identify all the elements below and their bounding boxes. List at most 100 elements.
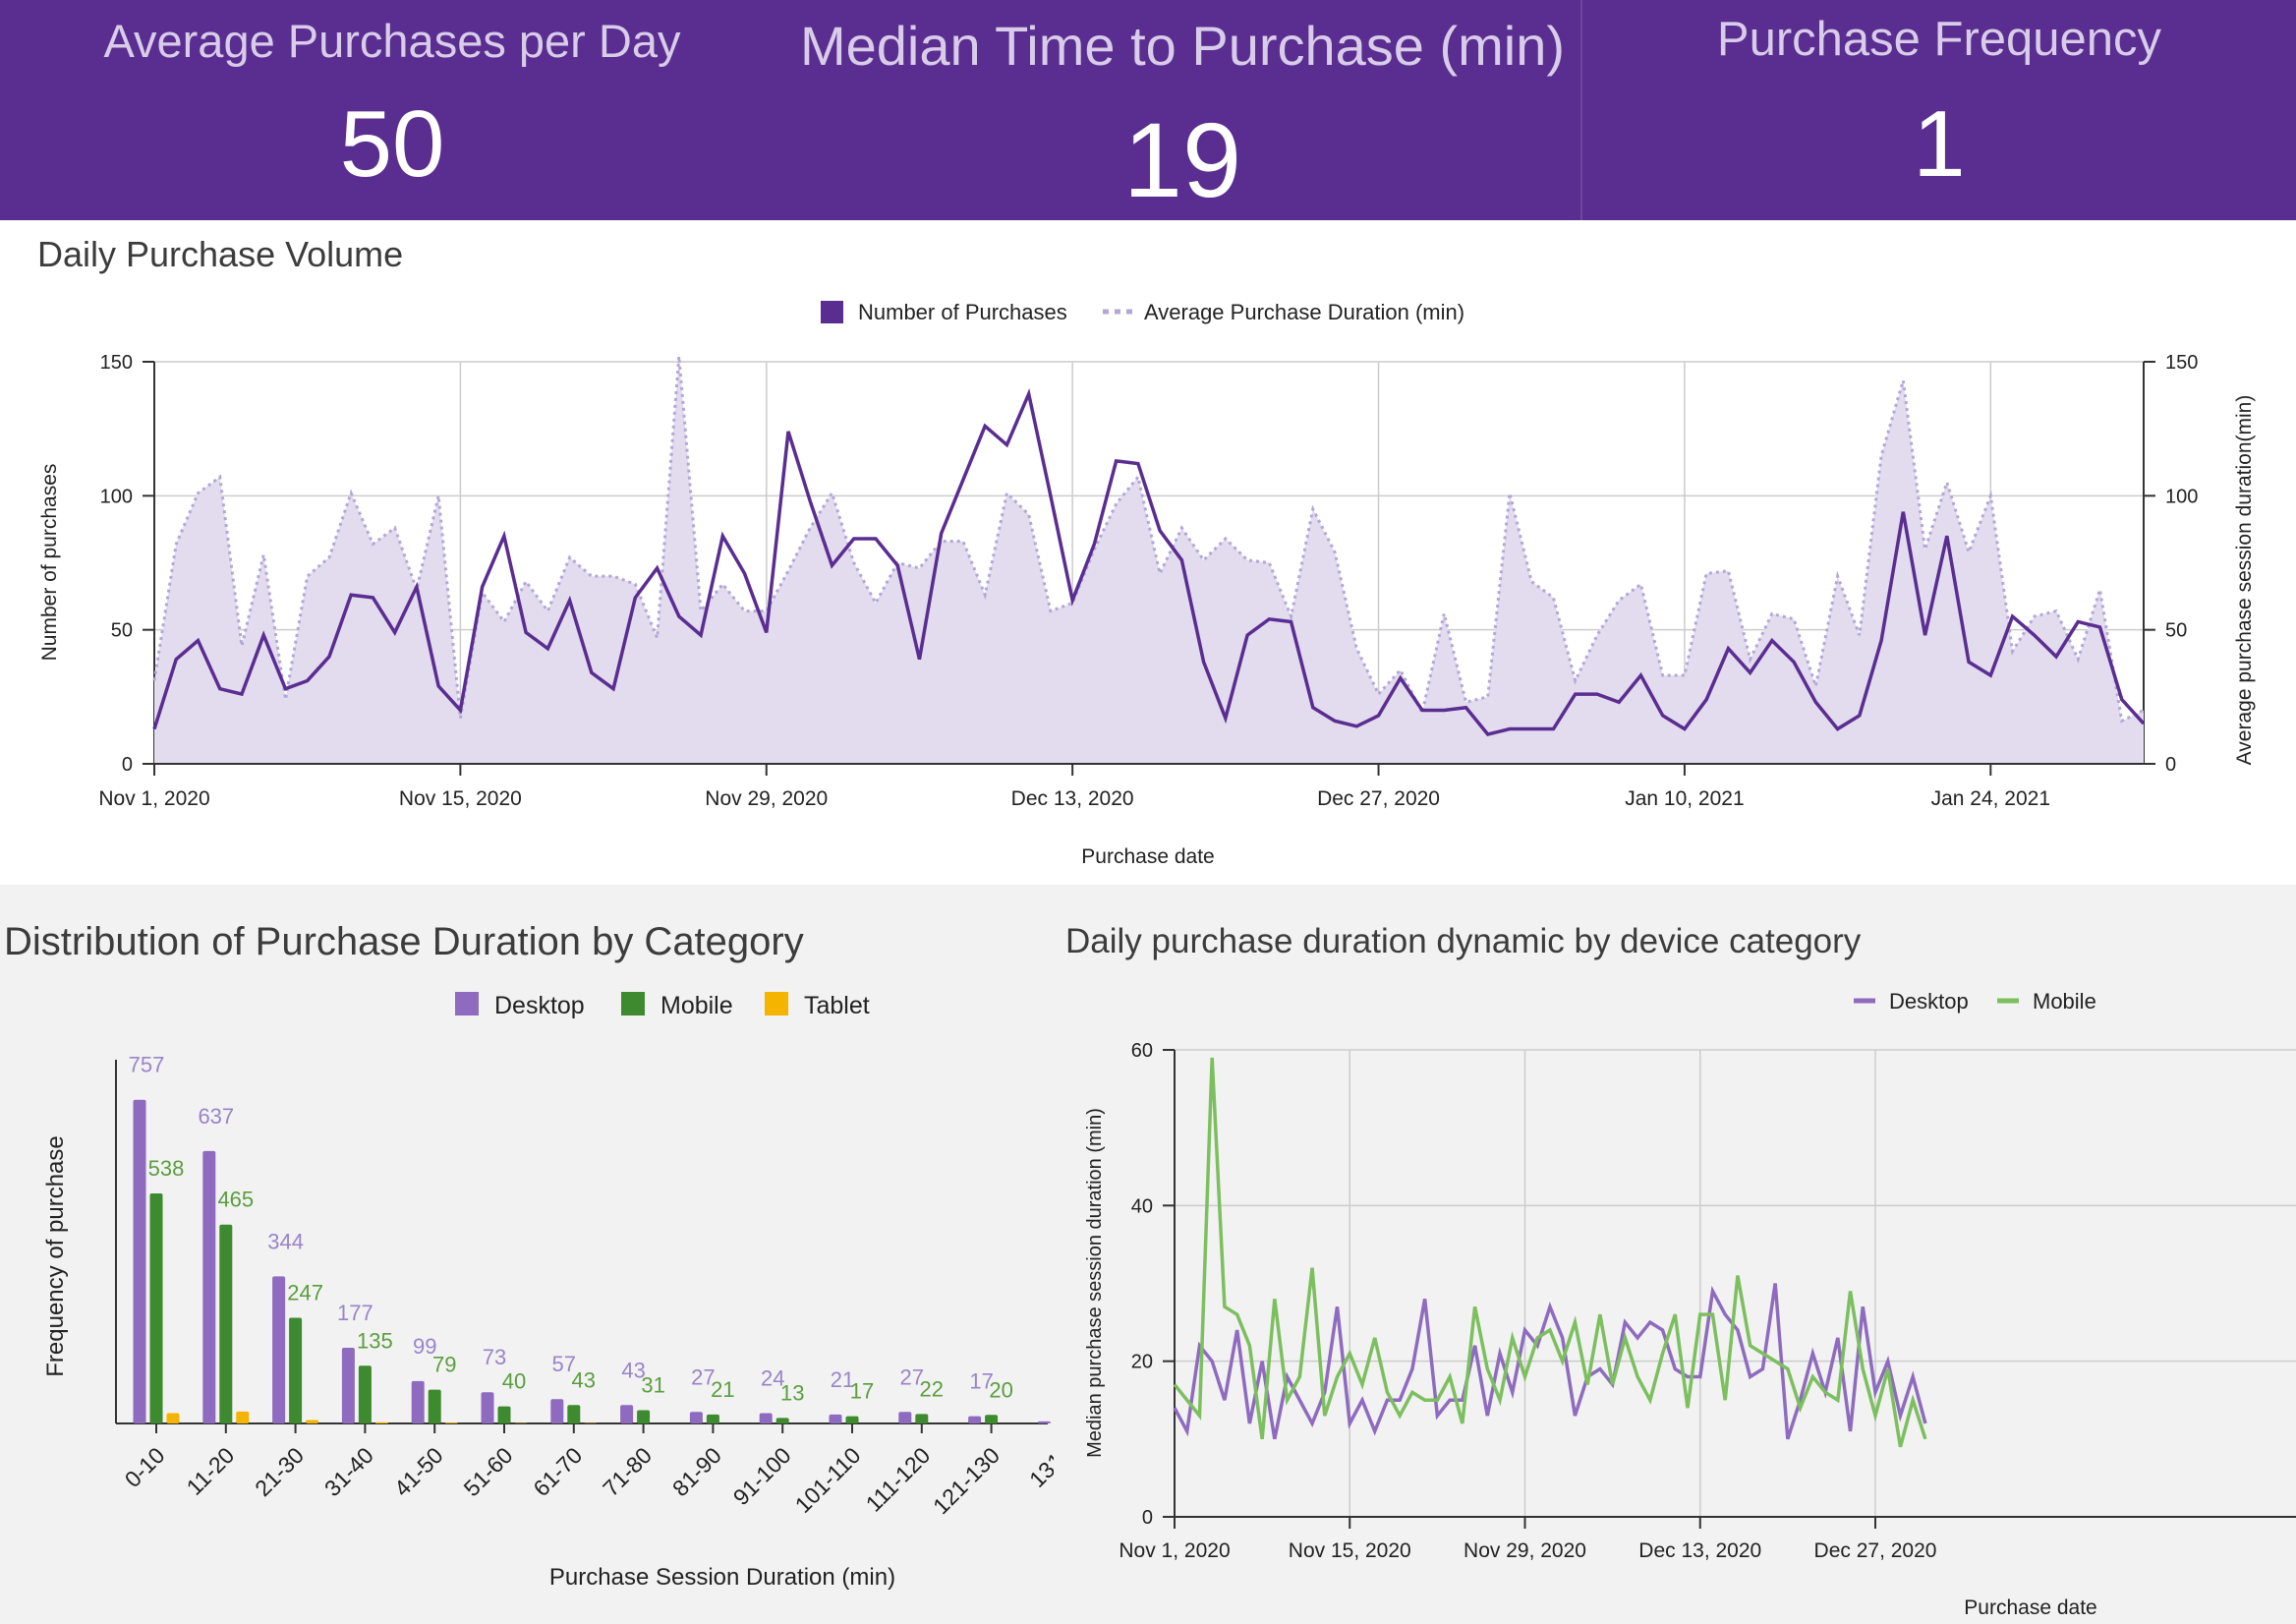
bar-desktop — [272, 1276, 286, 1423]
bar-mobile — [289, 1317, 303, 1423]
bar-desktop — [550, 1399, 564, 1423]
y-tick-label: 20 — [1131, 1352, 1153, 1373]
x-tick-label: 121-130 — [928, 1442, 1004, 1519]
bar-mobile — [149, 1192, 163, 1423]
bar-mobile — [358, 1365, 372, 1423]
y-tick-label: 50 — [111, 620, 133, 642]
bar-mobile — [775, 1418, 789, 1423]
kpi-card-median-time: Median Time to Purchase (min) 19 — [784, 0, 1580, 220]
bar-desktop — [898, 1412, 912, 1423]
x-tick-label: Nov 15, 2020 — [1289, 1539, 1411, 1562]
data-label-mobile: 135 — [357, 1328, 393, 1353]
legend-swatch-number-of-purchases — [821, 301, 843, 323]
x-tick-label: Nov 29, 2020 — [1464, 1539, 1586, 1562]
data-label-mobile: 538 — [148, 1156, 185, 1181]
series-line-mobile — [1173, 1057, 1927, 1448]
data-label-desktop: 637 — [198, 1104, 234, 1129]
x-tick-label: 111-120 — [861, 1442, 936, 1517]
x-tick-label: Nov 1, 2020 — [98, 787, 209, 810]
bar-desktop — [689, 1412, 703, 1423]
bar-desktop — [341, 1348, 355, 1423]
x-tick-label: Nov 15, 2020 — [399, 787, 522, 810]
bar-tablet — [166, 1413, 180, 1423]
data-label-desktop: 757 — [129, 1053, 165, 1077]
legend-swatch-tablet — [765, 992, 788, 1015]
bar-desktop — [1037, 1421, 1051, 1423]
bar-desktop — [968, 1416, 982, 1423]
y-axis-label: Frequency of purchase — [42, 1135, 69, 1376]
legend-label-number-of-purchases: Number of Purchases — [858, 300, 1067, 324]
data-label-mobile: 31 — [641, 1373, 664, 1398]
daily-purchase-volume-chart: 0 0 50 50 100 100 150 150 Nov 1, 2020 Nov 15, 202… — [38, 300, 2256, 868]
device-duration-panel: Daily purchase duration dynamic by devic… — [1054, 885, 2296, 1624]
x-tick-label: Nov 29, 2020 — [705, 787, 828, 810]
data-label-mobile: 247 — [287, 1281, 323, 1305]
data-label-mobile: 40 — [502, 1369, 526, 1394]
kpi-label: Median Time to Purchase (min) — [799, 15, 1566, 77]
x-tick-label: Dec 13, 2020 — [1011, 787, 1134, 810]
bar-mobile — [845, 1416, 859, 1423]
bar-mobile — [915, 1414, 929, 1423]
bar-desktop — [829, 1414, 842, 1423]
legend-swatch-mobile — [621, 992, 645, 1015]
daily-purchase-volume-panel: Daily Purchase Volume 0 0 50 50 100 100 150 150… — [0, 220, 2296, 885]
duration-distribution-panel: Distribution of Purchase Duration by Cat… — [0, 885, 1074, 1624]
y2-axis-label: Average purchase session duration(min) — [2233, 395, 2256, 766]
y-tick-label: 150 — [100, 352, 133, 374]
bar-tablet — [236, 1411, 250, 1423]
bar-mobile — [428, 1389, 441, 1423]
legend-label-desktop: Desktop — [1889, 989, 1969, 1014]
x-tick-label: 71-80 — [598, 1442, 657, 1501]
device-duration-chart: 0 20 40 60 Nov 1, 2020 Nov 15, 2020 Nov 29, 20… — [1084, 989, 2296, 1619]
bar-mobile — [219, 1224, 233, 1423]
x-tick-label: 11-20 — [182, 1442, 240, 1500]
bar-desktop — [481, 1392, 494, 1423]
x-axis-label: Purchase date — [1081, 845, 1214, 868]
data-label-desktop: 177 — [337, 1301, 373, 1325]
kpi-label: Average Purchases per Day — [103, 15, 681, 67]
bar-mobile — [497, 1406, 511, 1423]
kpi-card-purchase-frequency: Purchase Frequency 1 — [1582, 0, 2296, 220]
y-axis-label: Median purchase session duration (min) — [1084, 1108, 1106, 1458]
x-tick-label: Dec 27, 2020 — [1317, 787, 1440, 810]
bar-tablet — [374, 1421, 388, 1423]
x-tick-label: 31-40 — [319, 1442, 378, 1501]
data-label-desktop: 73 — [483, 1345, 506, 1369]
x-tick-label: Jan 24, 2021 — [1931, 787, 2050, 810]
data-label-mobile: 20 — [989, 1377, 1012, 1402]
x-tick-label: Dec 27, 2020 — [1814, 1539, 1937, 1562]
kpi-value: 19 — [1122, 100, 1242, 219]
legend-label-desktop: Desktop — [494, 992, 585, 1019]
bar-desktop — [133, 1099, 146, 1423]
bar-mobile — [567, 1405, 581, 1423]
data-label-desktop: 344 — [267, 1229, 304, 1253]
kpi-value: 1 — [1913, 91, 1966, 197]
bar-desktop — [202, 1150, 216, 1423]
y-tick-label: 0 — [1142, 1507, 1153, 1529]
data-label-mobile: 17 — [850, 1379, 874, 1404]
bar-desktop — [620, 1405, 634, 1423]
bar-mobile — [706, 1414, 719, 1423]
x-tick-label: 81-90 — [667, 1442, 726, 1501]
x-tick-label: Jan 10, 2021 — [1625, 787, 1744, 810]
legend-label-mobile: Mobile — [660, 992, 733, 1019]
y-tick-label: 40 — [1131, 1195, 1153, 1217]
legend-label-tablet: Tablet — [804, 992, 870, 1019]
data-label-mobile: 13 — [780, 1380, 804, 1405]
bar-desktop — [759, 1413, 773, 1423]
y-tick-label: 60 — [1131, 1040, 1153, 1062]
data-label-mobile: 21 — [711, 1377, 734, 1402]
y-tick-label: 0 — [122, 754, 133, 776]
legend-label-average-duration: Average Purchase Duration (min) — [1144, 300, 1464, 324]
data-label-mobile: 465 — [217, 1188, 254, 1212]
data-label-mobile: 22 — [920, 1376, 944, 1401]
x-tick-label: 101-110 — [790, 1442, 866, 1518]
kpi-value: 50 — [339, 91, 445, 197]
y2-tick-label: 0 — [2165, 754, 2176, 776]
y2-tick-label: 150 — [2165, 352, 2198, 374]
bar-mobile — [985, 1415, 999, 1423]
x-tick-label: 61-70 — [528, 1442, 587, 1501]
bar-desktop — [411, 1380, 425, 1423]
y-tick-label: 100 — [100, 486, 133, 507]
x-tick-label: Dec 13, 2020 — [1638, 1539, 1761, 1562]
